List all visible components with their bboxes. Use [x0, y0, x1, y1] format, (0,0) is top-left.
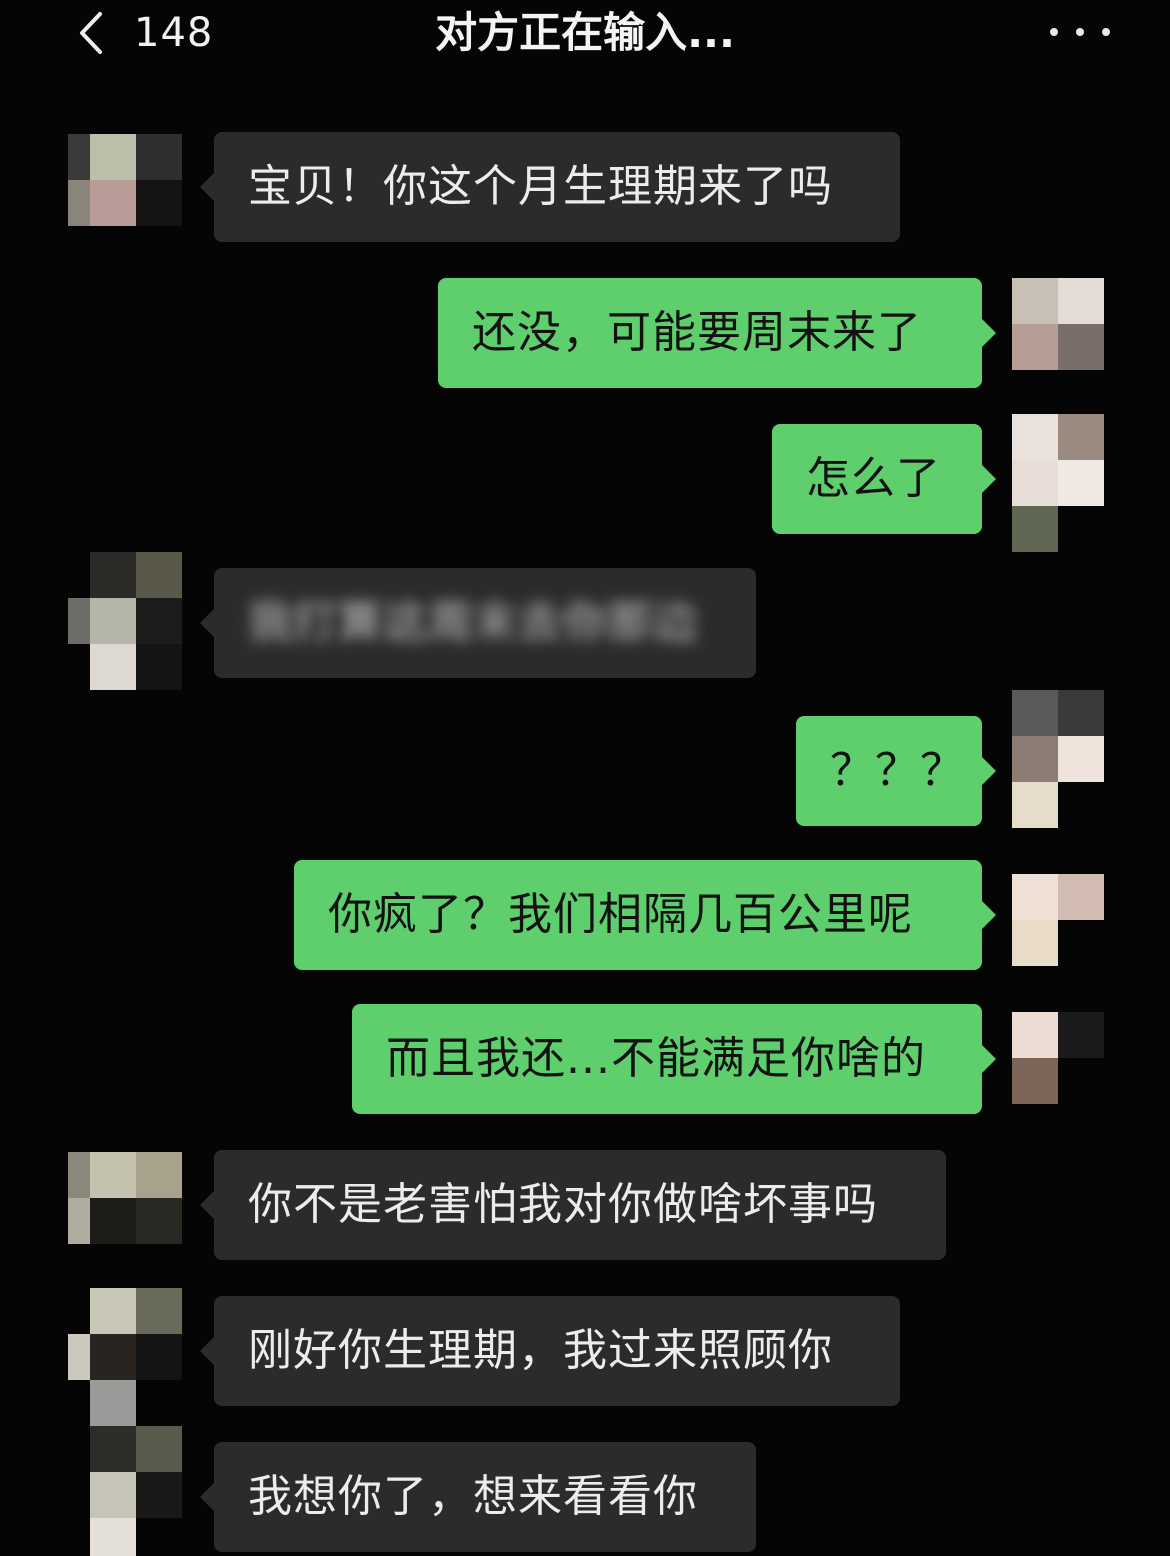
message-text: ？？？: [830, 745, 965, 796]
more-dots-icon: [1076, 28, 1084, 36]
message-bubble-outgoing[interactable]: 你疯了？我们相隔几百公里呢: [294, 860, 996, 970]
more-dots-icon: [1050, 28, 1058, 36]
avatar[interactable]: [1012, 690, 1104, 828]
avatar[interactable]: [68, 1426, 182, 1556]
message-text: 怎么了: [806, 453, 941, 504]
avatar[interactable]: [1012, 414, 1104, 552]
chat-screen: 148 对方正在输入... 宝贝！你这个月生理期来了吗 还没，可能要周末来了 怎…: [0, 0, 1170, 1556]
page-title: 对方正在输入...: [435, 8, 735, 57]
message-bubble-outgoing[interactable]: ？？？: [796, 716, 996, 826]
avatar[interactable]: [1012, 874, 1104, 970]
message-text: 我想你了，想来看看你: [248, 1471, 698, 1522]
avatar[interactable]: [1012, 1012, 1104, 1108]
message-bubble-incoming[interactable]: 宝贝！你这个月生理期来了吗: [200, 132, 900, 242]
message-text: 宝贝！你这个月生理期来了吗: [248, 161, 833, 212]
message-text: 刚好你生理期，我过来照顾你: [248, 1325, 833, 1376]
avatar[interactable]: [1012, 278, 1104, 374]
message-bubble-incoming[interactable]: 我打算这周末去你那边: [200, 568, 756, 678]
message-text: 而且我还...不能满足你啥的: [386, 1033, 926, 1084]
chat-header: 148 对方正在输入...: [0, 0, 1170, 70]
message-bubble-incoming[interactable]: 刚好你生理期，我过来照顾你: [200, 1296, 900, 1406]
message-bubble-incoming[interactable]: 我想你了，想来看看你: [200, 1442, 756, 1552]
more-button[interactable]: [1050, 10, 1110, 54]
chevron-left-icon: [80, 12, 102, 54]
message-bubble-outgoing[interactable]: 怎么了: [772, 424, 996, 534]
avatar[interactable]: [68, 1288, 182, 1426]
avatar[interactable]: [68, 134, 182, 230]
back-button[interactable]: 148: [78, 8, 213, 58]
avatar[interactable]: [68, 552, 184, 690]
message-text: 我打算这周末去你那边: [248, 597, 698, 648]
message-text: 你不是老害怕我对你做啥坏事吗: [248, 1179, 878, 1230]
message-text: 还没，可能要周末来了: [472, 307, 922, 358]
message-bubble-outgoing[interactable]: 还没，可能要周末来了: [438, 278, 996, 388]
message-bubble-outgoing[interactable]: 而且我还...不能满足你啥的: [352, 1004, 996, 1114]
message-text: 你疯了？我们相隔几百公里呢: [328, 889, 913, 940]
avatar[interactable]: [68, 1152, 182, 1248]
message-bubble-incoming[interactable]: 你不是老害怕我对你做啥坏事吗: [200, 1150, 946, 1260]
more-dots-icon: [1102, 28, 1110, 36]
unread-count: 148: [134, 10, 214, 56]
